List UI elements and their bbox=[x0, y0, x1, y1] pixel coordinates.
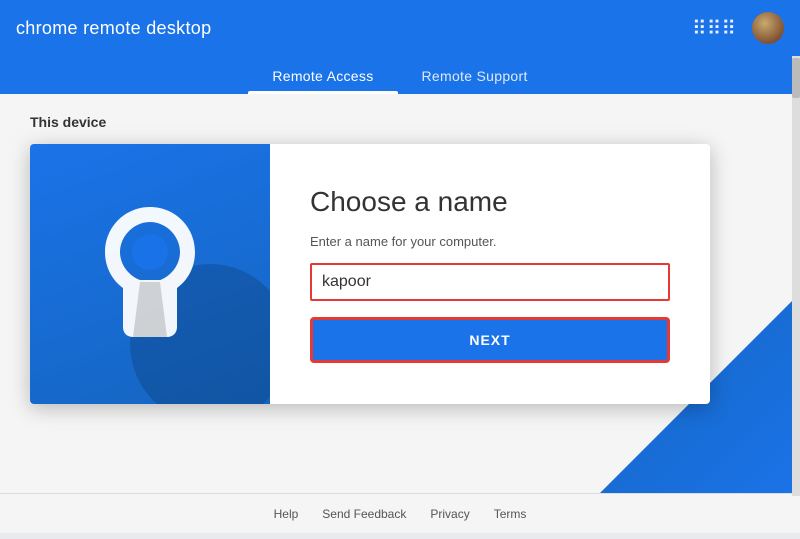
app-title-group: chrome remote desktop bbox=[16, 18, 211, 39]
footer-link-send-feedback[interactable]: Send Feedback bbox=[322, 507, 406, 521]
computer-name-input[interactable] bbox=[310, 263, 670, 301]
wrench-icon bbox=[85, 197, 215, 352]
footer: Help Send Feedback Privacy Terms bbox=[0, 493, 800, 533]
scrollbar-thumb[interactable] bbox=[792, 58, 800, 98]
avatar[interactable] bbox=[752, 12, 784, 44]
card-illustration bbox=[30, 144, 270, 404]
footer-link-help[interactable]: Help bbox=[274, 507, 299, 521]
header-actions: ⠿⠿⠿ bbox=[692, 12, 784, 44]
card-title: Choose a name bbox=[310, 186, 670, 218]
app-header: chrome remote desktop ⠿⠿⠿ bbox=[0, 0, 800, 56]
avatar-image bbox=[752, 12, 784, 44]
grid-icon[interactable]: ⠿⠿⠿ bbox=[692, 16, 736, 41]
next-button[interactable]: NEXT bbox=[310, 317, 670, 363]
app-title: chrome remote desktop bbox=[16, 18, 211, 39]
tab-remote-access[interactable]: Remote Access bbox=[248, 56, 397, 94]
scrollbar[interactable] bbox=[792, 56, 800, 496]
card-subtitle: Enter a name for your computer. bbox=[310, 234, 670, 249]
choose-name-card: Choose a name Enter a name for your comp… bbox=[30, 144, 710, 404]
card-content: Choose a name Enter a name for your comp… bbox=[270, 144, 710, 404]
section-label: This device bbox=[30, 114, 770, 130]
footer-link-terms[interactable]: Terms bbox=[494, 507, 527, 521]
footer-link-privacy[interactable]: Privacy bbox=[430, 507, 469, 521]
main-content: This device bbox=[0, 94, 800, 493]
tab-navigation: Remote Access Remote Support bbox=[0, 56, 800, 94]
tab-remote-support[interactable]: Remote Support bbox=[398, 56, 552, 94]
